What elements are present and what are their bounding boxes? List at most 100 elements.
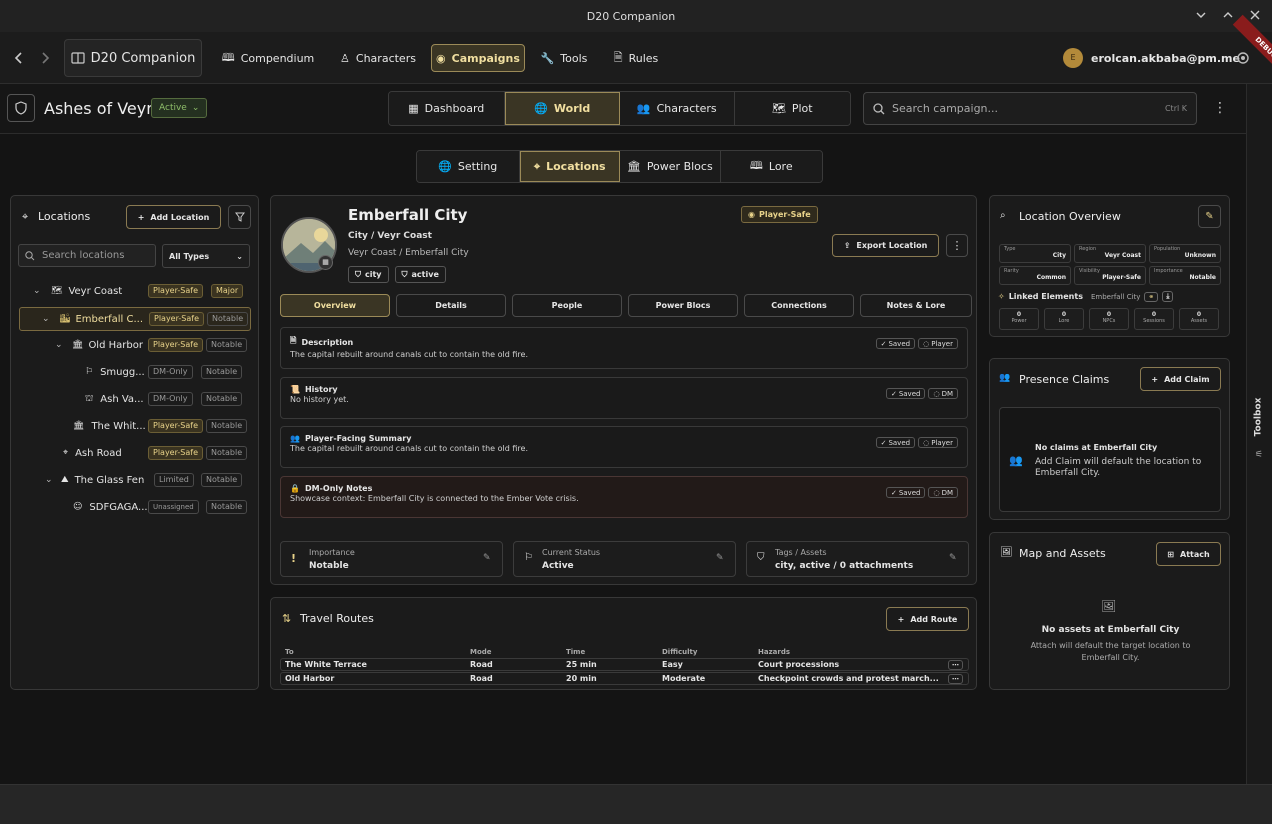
section-player-summary[interactable]: 👥 Player-Facing Summary The capital rebui… xyxy=(280,426,968,468)
book-icon xyxy=(71,52,85,64)
tree-item[interactable]: ⌄ ⛰ The Glass Fen Limited Notable xyxy=(11,469,258,491)
pencil-icon[interactable]: ✎ xyxy=(949,553,957,563)
detail-tabs: Overview Details People Power Blocs Conn… xyxy=(280,294,972,317)
toolbox-rail[interactable]: Toolbox ⚟ xyxy=(1246,84,1272,784)
count-lore[interactable]: 0 Lore xyxy=(1044,308,1084,330)
search-icon xyxy=(25,250,35,261)
nav-compendium[interactable]: 🕮 Compendium xyxy=(212,43,324,73)
more-vertical-icon[interactable]: ⋮ xyxy=(1213,100,1227,116)
user-email[interactable]: erolcan.akbaba@pm.me xyxy=(1091,52,1240,65)
globe-icon: 🌐 xyxy=(534,102,548,115)
fact-importance[interactable]: ! Importance Notable ✎ xyxy=(280,541,503,577)
status-bar xyxy=(0,784,1272,824)
funnel-icon xyxy=(234,212,245,222)
check-icon: ✓ xyxy=(880,339,887,348)
nav-rules[interactable]: 🗎 Rules xyxy=(600,43,672,73)
claims-empty-state: 👥 No claims at Emberfall City Add Claim … xyxy=(999,407,1221,512)
panel-title: Presence Claims xyxy=(1019,373,1110,386)
tab-world[interactable]: 🌐 World xyxy=(504,92,620,125)
pencil-icon[interactable]: ✎ xyxy=(483,553,491,563)
tab-dashboard[interactable]: ▦ Dashboard xyxy=(389,92,505,125)
pencil-icon[interactable]: ✎ xyxy=(716,553,724,563)
detail-tab-notes-lore[interactable]: Notes & Lore xyxy=(860,294,972,317)
type-filter-select[interactable]: All Types ⌄ xyxy=(162,244,250,268)
audience-badge: ◌ DM xyxy=(928,487,958,498)
location-search-input[interactable]: Search locations xyxy=(18,244,156,267)
export-location-button[interactable]: ⇪ Export Location xyxy=(832,234,939,257)
nav-tools[interactable]: 🔧 Tools xyxy=(528,43,600,73)
search-doc-icon: ⌕ xyxy=(1000,210,1006,221)
shield-icon: ◌ xyxy=(933,389,940,398)
subtab-power-blocs[interactable]: 🏛 Power Blocs xyxy=(620,151,721,182)
section-history[interactable]: 📜 History No history yet. ✓ Saved ◌ DM xyxy=(280,377,968,419)
tree-item[interactable]: ⌄ 🏛 Old Harbor Player-Safe Notable xyxy=(11,334,258,356)
add-claim-button[interactable]: + Add Claim xyxy=(1140,367,1221,391)
pin-icon: ⌖ xyxy=(22,210,29,223)
close-icon[interactable] xyxy=(1249,9,1261,21)
campaign-search-input[interactable]: Search campaign... Ctrl K xyxy=(863,92,1197,125)
fact-status[interactable]: ⚐ Current Status Active ✎ xyxy=(513,541,736,577)
tab-characters[interactable]: 👥 Characters xyxy=(620,92,735,125)
app-nav: D20 Companion 🕮 Compendium ♙ Characters ◉ C… xyxy=(0,14,1272,84)
detail-tab-power-blocs[interactable]: Power Blocs xyxy=(628,294,738,317)
eye-icon: ◉ xyxy=(748,210,755,219)
more-horizontal-icon[interactable]: ⋯ xyxy=(948,673,963,684)
tree-item-selected[interactable]: ⌄ 🏙 Emberfall C... Player-Safe Notable xyxy=(19,307,251,331)
stat-visibility: Visibility Player-Safe xyxy=(1074,266,1146,285)
table-row[interactable]: Old Harbor Road 20 min Moderate Checkpoi… xyxy=(280,672,969,685)
table-row[interactable]: The White Terrace Road 25 min Easy Court… xyxy=(280,658,969,671)
tag-icon: ⛉ xyxy=(757,552,765,563)
add-route-button[interactable]: + Add Route xyxy=(886,607,969,631)
tree-item[interactable]: 🏛 The Whit... Player-Safe Notable xyxy=(11,415,258,437)
subtab-lore[interactable]: 🕮 Lore xyxy=(720,151,822,182)
count-sessions[interactable]: 0 Sessions xyxy=(1134,308,1174,330)
edit-button[interactable]: ✎ xyxy=(1198,205,1221,228)
nav-campaigns[interactable]: ◉ Campaigns xyxy=(431,44,525,72)
subtab-setting[interactable]: 🌐 Setting xyxy=(417,151,520,182)
app-home-button[interactable]: D20 Companion xyxy=(64,39,202,77)
panel-title: Travel Routes xyxy=(300,612,374,625)
lock-icon: 🔒 xyxy=(290,484,300,493)
fact-tags-assets[interactable]: ⛉ Tags / Assets city, active / 0 attachm… xyxy=(746,541,969,577)
detail-tab-details[interactable]: Details xyxy=(396,294,506,317)
detail-tab-connections[interactable]: Connections xyxy=(744,294,854,317)
link-icon[interactable]: ⚭ xyxy=(1144,291,1159,302)
back-icon[interactable] xyxy=(13,51,25,65)
chevron-down-icon: ⌄ xyxy=(191,103,200,113)
attach-button[interactable]: ⊞ Attach xyxy=(1156,542,1221,566)
tab-plot[interactable]: 🗺 Plot xyxy=(734,92,850,125)
forward-icon[interactable] xyxy=(39,51,51,65)
count-npcs[interactable]: 0 NPCs xyxy=(1089,308,1129,330)
avatar[interactable]: E xyxy=(1063,48,1083,68)
tree-item[interactable]: ⛫ Ash Va... DM-Only Notable xyxy=(11,388,258,410)
tree-item[interactable]: ⌖ Ash Road Player-Safe Notable xyxy=(11,442,258,464)
panel-title: Map and Assets xyxy=(1019,547,1106,560)
campaign-status-select[interactable]: Active ⌄ xyxy=(151,98,208,118)
globe-icon: 🌐 xyxy=(438,160,452,173)
detail-tab-people[interactable]: People xyxy=(512,294,622,317)
tree-item[interactable]: ⌄ 🗺 Veyr Coast Player-Safe Major xyxy=(11,280,258,302)
count-power[interactable]: 0 Power xyxy=(999,308,1039,330)
count-assets[interactable]: 0 Assets xyxy=(1179,308,1219,330)
section-dm-notes[interactable]: 🔒 DM-Only Notes Showcase context: Emberfa… xyxy=(280,476,968,518)
linked-target: Emberfall City xyxy=(1090,292,1141,301)
world-subtabs: 🌐 Setting ⌖ Locations 🏛 Power Blocs 🕮 Lore xyxy=(416,150,823,183)
more-vertical-icon[interactable]: ⋮ xyxy=(946,234,968,257)
more-horizontal-icon[interactable]: ⋯ xyxy=(948,659,963,670)
section-description[interactable]: 🗎 Description The capital rebuilt around … xyxy=(280,327,968,369)
linked-elements-label: Linked Elements xyxy=(1008,292,1083,301)
stat-importance: Importance Notable xyxy=(1149,266,1221,285)
tree-item[interactable]: ☺ SDFGAGA... Unassigned Notable xyxy=(11,496,258,518)
subtab-locations[interactable]: ⌖ Locations xyxy=(519,151,621,182)
maximize-icon[interactable] xyxy=(1222,9,1234,21)
flag-icon: ⚐ xyxy=(85,367,94,377)
tag-icon: ⛉ xyxy=(355,269,361,279)
settings-gear-icon[interactable] xyxy=(1235,50,1251,66)
download-icon[interactable]: ⤓ xyxy=(1162,291,1174,302)
minimize-icon[interactable] xyxy=(1195,9,1207,21)
detail-tab-overview[interactable]: Overview xyxy=(280,294,390,317)
add-location-button[interactable]: + Add Location xyxy=(126,205,221,229)
filter-button[interactable] xyxy=(228,205,251,229)
tree-item[interactable]: ⚐ Smugg... DM-Only Notable xyxy=(11,361,258,383)
nav-characters[interactable]: ♙ Characters xyxy=(328,43,428,73)
